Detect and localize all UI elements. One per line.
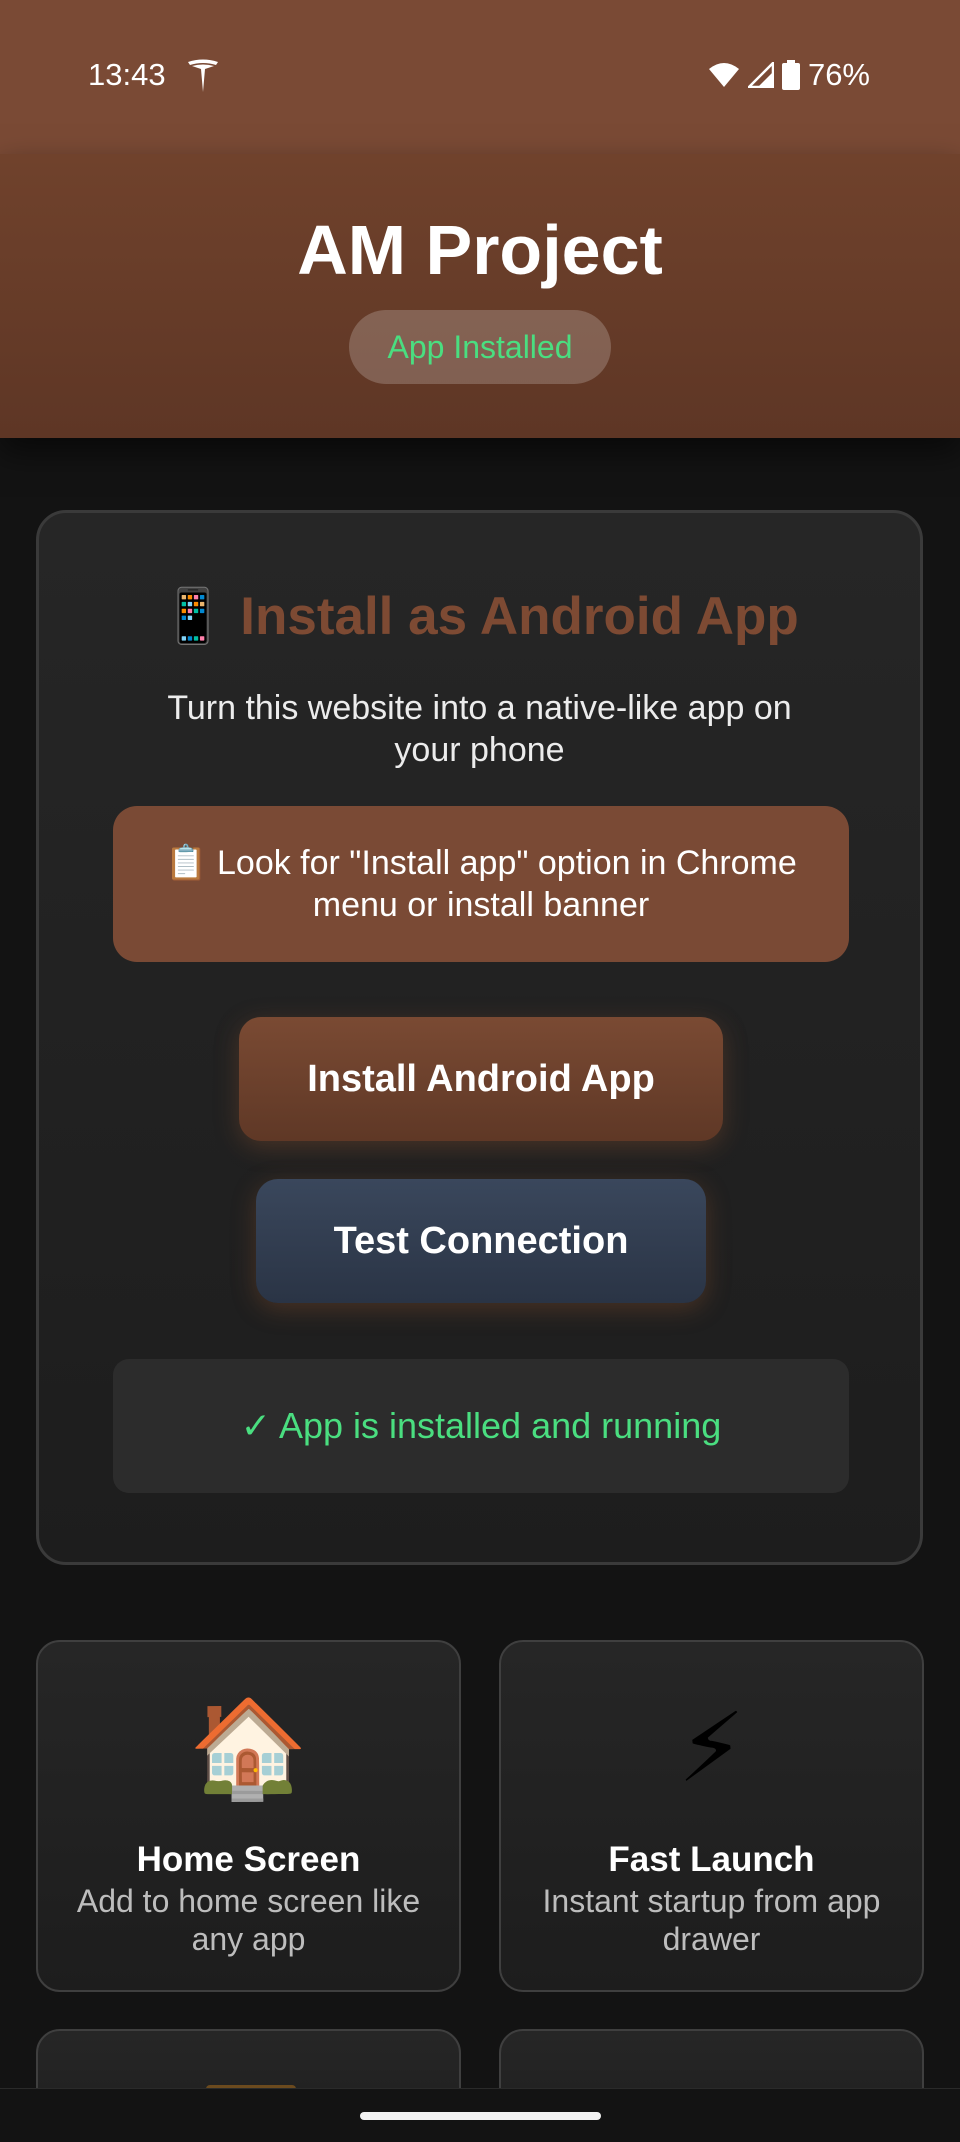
feature-card-home-screen: 🏠 Home Screen Add to home screen like an… bbox=[36, 1640, 461, 1992]
status-time: 13:43 bbox=[88, 57, 166, 92]
status-icons: 76% bbox=[708, 57, 870, 93]
install-instruction: 📋 Look for "Install app" option in Chrom… bbox=[113, 806, 849, 962]
phone-icon: 📱 bbox=[160, 587, 227, 646]
install-card-description: Turn this website into a native-like app… bbox=[167, 689, 792, 769]
install-card: 📱 Install as Android App Turn this websit… bbox=[36, 510, 923, 1565]
status-bar: 13:43 76% bbox=[0, 0, 960, 154]
page-title: AM Project bbox=[297, 211, 663, 289]
navigation-bar bbox=[0, 2088, 960, 2142]
feature-title: Fast Launch bbox=[608, 1840, 815, 1879]
test-connection-button[interactable]: Test Connection bbox=[256, 1179, 706, 1303]
lightning-icon: ⚡ bbox=[677, 1695, 746, 1802]
gesture-handle[interactable] bbox=[360, 2112, 601, 2120]
app-header: AM Project App Installed bbox=[0, 154, 960, 438]
install-card-title-text: Install as Android App bbox=[240, 587, 799, 646]
feature-title: Home Screen bbox=[136, 1840, 361, 1879]
wifi-icon bbox=[708, 63, 739, 87]
install-card-title: 📱 Install as Android App bbox=[39, 585, 920, 647]
tesla-icon bbox=[188, 59, 218, 92]
battery-icon bbox=[781, 60, 800, 90]
house-icon: 🏠 bbox=[188, 1695, 309, 1802]
battery-percentage: 76% bbox=[807, 57, 870, 92]
install-instruction-text: Look for "Install app" option in Chrome … bbox=[217, 844, 797, 924]
checkmark-icon: ✓ bbox=[240, 1405, 271, 1446]
feature-description: Instant startup from app drawer bbox=[542, 1883, 881, 1957]
feature-description: Add to home screen like any app bbox=[76, 1883, 421, 1957]
install-status: ✓ App is installed and running bbox=[113, 1359, 849, 1493]
install-android-app-button[interactable]: Install Android App bbox=[239, 1017, 723, 1141]
signal-icon bbox=[747, 62, 774, 88]
feature-card-fast-launch: ⚡ Fast Launch Instant startup from app d… bbox=[499, 1640, 924, 1992]
clipboard-icon: 📋 bbox=[165, 844, 208, 882]
install-status-text: App is installed and running bbox=[278, 1405, 722, 1446]
status-badge: App Installed bbox=[349, 310, 611, 384]
app-screen: 13:43 76% AM Project App Installed 📱 Ins… bbox=[0, 0, 960, 2142]
